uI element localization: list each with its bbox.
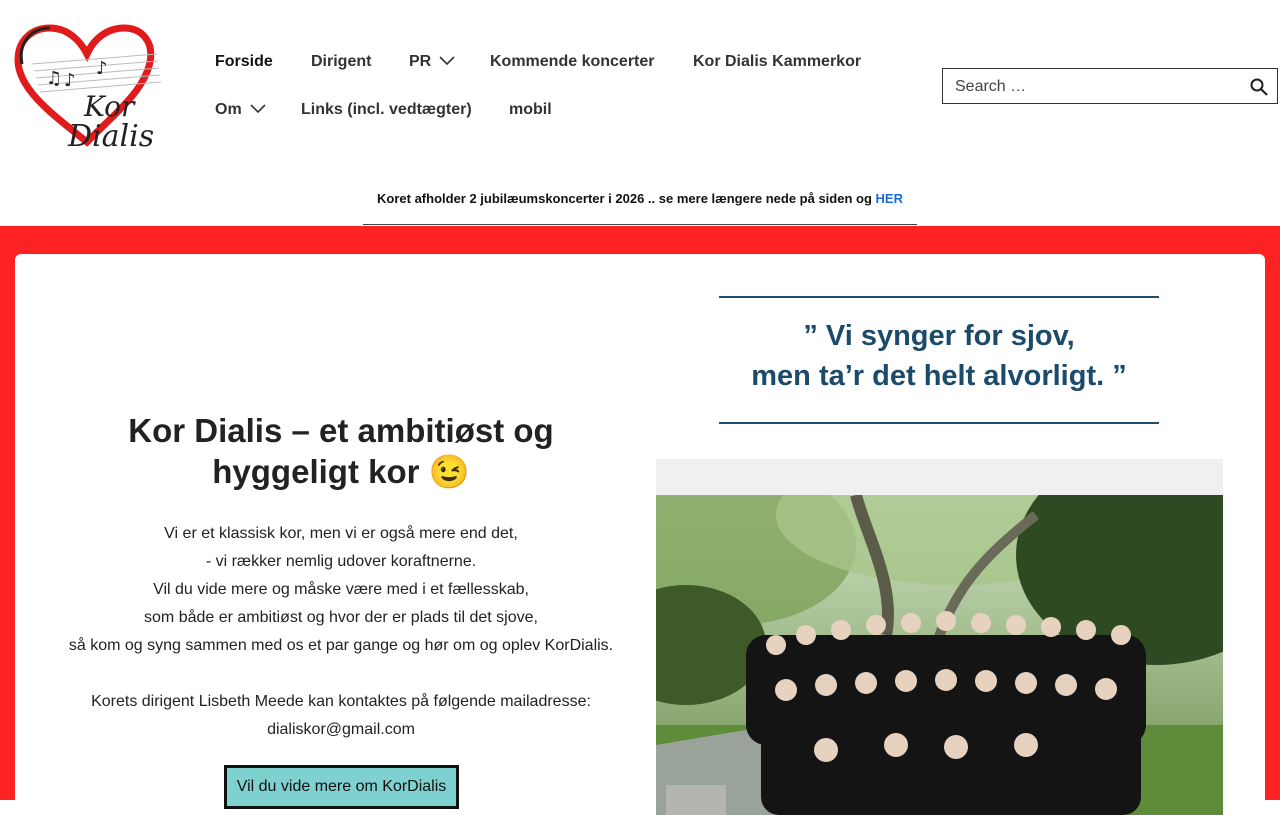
nav-label: Links (incl. vedtægter) [301,101,472,118]
nav-label: Dirigent [311,53,372,70]
choir-photo-image [656,495,1223,815]
announcement-link[interactable]: HER [876,191,903,206]
content-card: Kor Dialis – et ambitiøst og hyggeligt k… [15,254,1265,815]
chevron-down-icon [439,53,455,71]
quote-line: ” Vi synger for sjov, [803,320,1075,352]
nav-item-dirigent[interactable]: Dirigent [311,53,371,71]
search-input[interactable] [953,69,1237,105]
quote-banner: ” Vi synger for sjov, men ta’r det helt … [719,296,1159,424]
intro-line: som både er ambitiøst og hvor der er pla… [144,609,538,626]
nav-label: PR [409,53,432,70]
quote-line: men ta’r det helt alvorligt. ” [751,360,1127,392]
chevron-down-icon [250,101,266,119]
nav-item-links[interactable]: Links (incl. vedtægter) [301,101,472,119]
intro-line: Vi er et klassisk kor, men vi er også me… [164,525,518,542]
nav-label: Kommende koncerter [490,53,655,70]
search-icon[interactable] [1249,77,1269,97]
more-info-button[interactable]: Vil du vide mere om KorDialis [224,765,459,809]
nav-label: Om [215,101,242,118]
announcement-bar: Koret afholder 2 jubilæumskoncerter i 20… [363,185,917,225]
heart-music-logo-icon: ♫ ♪ ♪ Kor Dialis [14,24,162,154]
intro-line: så kom og syng sammen med os et par gang… [68,637,614,654]
intro-line: Vil du vide mere og måske være med i et … [153,581,529,598]
logo-text-dialis: Dialis [67,119,154,154]
svg-text:♫: ♫ [46,68,62,89]
nav-label: Kor Dialis Kammerkor [693,53,862,70]
nav-item-mobil[interactable]: mobil [509,101,552,119]
choir-photo [656,495,1223,815]
nav-item-forside[interactable]: Forside [215,53,273,71]
nav-item-kammerkor[interactable]: Kor Dialis Kammerkor [693,53,861,71]
site-logo[interactable]: ♫ ♪ ♪ Kor Dialis [12,24,170,154]
svg-text:♪: ♪ [96,58,108,79]
intro-text: Vi er et klassisk kor, men vi er også me… [55,520,627,744]
nav-label: mobil [509,101,552,118]
announcement-text: Koret afholder 2 jubilæumskoncerter i 20… [377,191,876,206]
nav-item-om[interactable]: Om [215,101,266,119]
page-title: Kor Dialis – et ambitiøst og hyggeligt k… [128,412,554,490]
svg-text:♪: ♪ [64,70,76,91]
nav-label: Forside [215,53,273,70]
contact-email: dialiskor@gmail.com [267,721,415,738]
intro-line: - vi rækker nemlig udover koraftnerne. [205,553,477,570]
photo-caption-strip [656,459,1223,495]
nav-item-kommende-koncerter[interactable]: Kommende koncerter [490,53,655,71]
search-form [942,68,1278,105]
nav-item-pr[interactable]: PR [409,53,455,71]
contact-line: Korets dirigent Lisbeth Meede kan kontak… [91,693,591,710]
